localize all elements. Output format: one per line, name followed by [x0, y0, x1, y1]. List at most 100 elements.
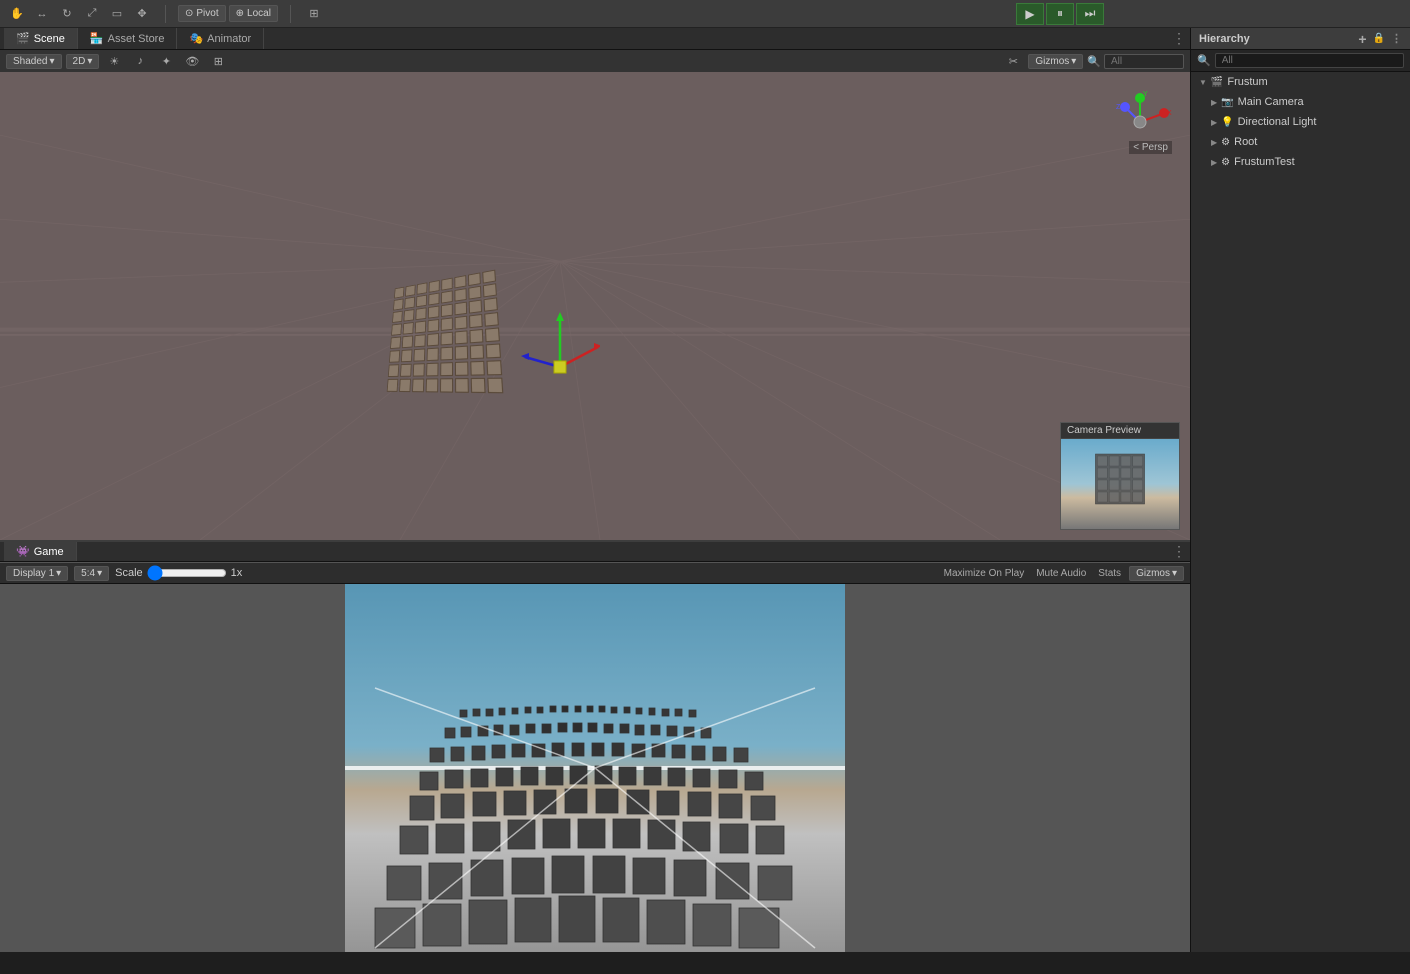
mute-audio-button[interactable]: Mute Audio — [1032, 566, 1090, 581]
step-button[interactable]: ⏭ — [1076, 3, 1104, 25]
pivot-group: ⊙ Pivot ⊕ Local — [178, 5, 278, 22]
local-label: Local — [247, 8, 271, 19]
mini-cube-cell — [441, 290, 453, 303]
mini-cube-cell — [455, 378, 469, 393]
hierarchy-item-frustum[interactable]: ▼ 🎬 Frustum — [1191, 72, 1410, 92]
shading-dropdown[interactable]: Shaded ▾ — [6, 54, 62, 69]
mini-cube-cell — [441, 317, 453, 331]
pause-button[interactable]: ⏸ — [1046, 3, 1074, 25]
hierarchy-search-input[interactable] — [1215, 53, 1404, 68]
mini-cube-cell — [403, 322, 414, 335]
local-icon: ⊕ — [236, 8, 244, 19]
hierarchy-lock-icon[interactable]: 🔒 — [1373, 33, 1385, 44]
mini-cube-cell — [428, 293, 439, 306]
mini-cube-cell — [413, 348, 425, 361]
scene-background — [0, 72, 1190, 540]
mode-dropdown[interactable]: 2D ▾ — [66, 54, 100, 69]
rotate-tool[interactable]: ↻ — [56, 4, 78, 24]
hierarchy-item-main-camera[interactable]: ▶ 📷 Main Camera — [1191, 92, 1410, 112]
mini-cube-cell — [389, 350, 400, 363]
grid-toggle[interactable]: ⊞ — [207, 51, 229, 71]
mini-cube-cell — [486, 343, 501, 358]
scene-view[interactable]: // Will be populated in JS below — [0, 72, 1190, 540]
separator2 — [290, 5, 291, 23]
mini-cube-cell — [426, 363, 438, 377]
hierarchy-title: Hierarchy — [1199, 33, 1250, 45]
effects-toggle[interactable]: ✦ — [155, 51, 177, 71]
rect-tool[interactable]: ▭ — [106, 4, 128, 24]
display-dropdown[interactable]: Display 1 ▾ — [6, 566, 68, 581]
gizmos-dropdown[interactable]: Gizmos ▾ — [1028, 54, 1083, 69]
hierarchy-more-icon[interactable]: ⋮ — [1391, 32, 1402, 45]
mini-cube-cell — [484, 297, 498, 311]
mini-cube-cell — [454, 275, 466, 288]
scale-tool[interactable]: ⤢ — [81, 4, 103, 24]
mini-cube-cell — [402, 335, 413, 348]
aspect-dropdown[interactable]: 5:4 ▾ — [74, 566, 109, 581]
pivot-button[interactable]: ⊙ Pivot — [178, 5, 226, 22]
search-icon: 🔍 — [1197, 54, 1211, 67]
game-tab-bar: 👾 Game ⋮ — [0, 540, 1190, 562]
mini-cube-cell — [405, 285, 415, 297]
tab-scene[interactable]: 🎬 Scene — [4, 28, 78, 49]
mini-cube-cell — [413, 363, 425, 376]
mini-cube-cell — [399, 379, 411, 392]
mini-cube-cell — [427, 333, 439, 346]
hierarchy-item-frustum-test[interactable]: ▶ ⚙ FrustumTest — [1191, 152, 1410, 172]
mini-cube-cell — [429, 280, 440, 293]
move-tool[interactable]: ↔ — [31, 4, 53, 24]
gizmos-arrow: ▾ — [1071, 56, 1076, 67]
tab-game[interactable]: 👾 Game — [4, 542, 77, 561]
grid-button[interactable]: ⊞ — [303, 4, 325, 24]
tab-animator[interactable]: 🎭 Animator — [177, 28, 264, 49]
snap-icon[interactable]: ✂ — [1002, 51, 1024, 71]
mini-cube-cell — [415, 321, 426, 334]
hidden-toggle[interactable]: 👁 — [181, 51, 203, 71]
mini-cube-cell — [471, 378, 486, 393]
pivot-icon: ⊙ — [185, 8, 193, 19]
scale-label: Scale — [115, 567, 143, 579]
svg-text:X: X — [1167, 110, 1172, 117]
top-toolbar: ✋ ↔ ↻ ⤢ ▭ ✥ ⊙ Pivot ⊕ Local ⊞ ▶ ⏸ ⏭ — [0, 0, 1410, 28]
hand-tool[interactable]: ✋ — [6, 4, 28, 24]
transform-tool[interactable]: ✥ — [131, 4, 153, 24]
maximize-on-play-button[interactable]: Maximize On Play — [940, 566, 1029, 581]
mode-arrow: ▾ — [87, 56, 92, 67]
play-button[interactable]: ▶ — [1016, 3, 1044, 25]
mini-cube-cell — [416, 295, 427, 308]
mini-cube-cell — [455, 316, 468, 330]
scene-tab-bar: 🎬 Scene 🏪 Asset Store 🎭 Animator ⋮ — [0, 28, 1190, 50]
mini-cube-cell — [469, 314, 483, 328]
mini-cube-cell — [469, 329, 483, 343]
lighting-toggle[interactable]: ☀ — [103, 51, 125, 71]
game-gizmos-dropdown[interactable]: Gizmos ▾ — [1129, 566, 1184, 581]
mini-cube-cell — [482, 270, 496, 284]
scale-slider[interactable] — [147, 569, 227, 577]
hierarchy-item-directional-light[interactable]: ▶ 💡 Directional Light — [1191, 112, 1410, 132]
mini-cube-cell — [470, 345, 484, 360]
game-toolbar: Display 1 ▾ 5:4 ▾ Scale 1x Maximize On P… — [0, 562, 1190, 584]
local-button[interactable]: ⊕ Local — [229, 5, 278, 22]
mini-cube-cell — [468, 272, 481, 286]
mini-cube-cell — [391, 323, 402, 335]
hierarchy-panel: Hierarchy + 🔒 ⋮ 🔍 ▼ 🎬 Frustum ▶ 📷 Main C… — [1190, 28, 1410, 952]
tab-asset-store[interactable]: 🏪 Asset Store — [78, 28, 178, 49]
mini-cube-cell — [392, 311, 403, 323]
scene-search-input[interactable] — [1104, 54, 1184, 69]
hierarchy-content: ▼ 🎬 Frustum ▶ 📷 Main Camera ▶ 💡 Directio… — [1191, 72, 1410, 952]
hierarchy-add-button[interactable]: + — [1358, 31, 1366, 47]
audio-toggle[interactable]: ♪ — [129, 51, 151, 71]
scene-more-options[interactable]: ⋮ — [1172, 30, 1186, 47]
store-icon: 🏪 — [90, 32, 104, 45]
mini-cube-cell — [470, 361, 485, 376]
mini-cube-cell — [485, 327, 500, 342]
mini-cube-cell — [483, 283, 497, 297]
game-right-buttons: Maximize On Play Mute Audio Stats Gizmos… — [940, 566, 1184, 581]
game-more-options[interactable]: ⋮ — [1172, 543, 1186, 560]
game-view-inner — [345, 584, 845, 952]
mini-cube-cell — [427, 348, 439, 362]
scene-gizmo[interactable]: Y X Z < Persp — [1100, 82, 1180, 162]
hierarchy-search-bar: 🔍 — [1191, 50, 1410, 72]
hierarchy-item-root[interactable]: ▶ ⚙ Root — [1191, 132, 1410, 152]
stats-button[interactable]: Stats — [1094, 566, 1125, 581]
